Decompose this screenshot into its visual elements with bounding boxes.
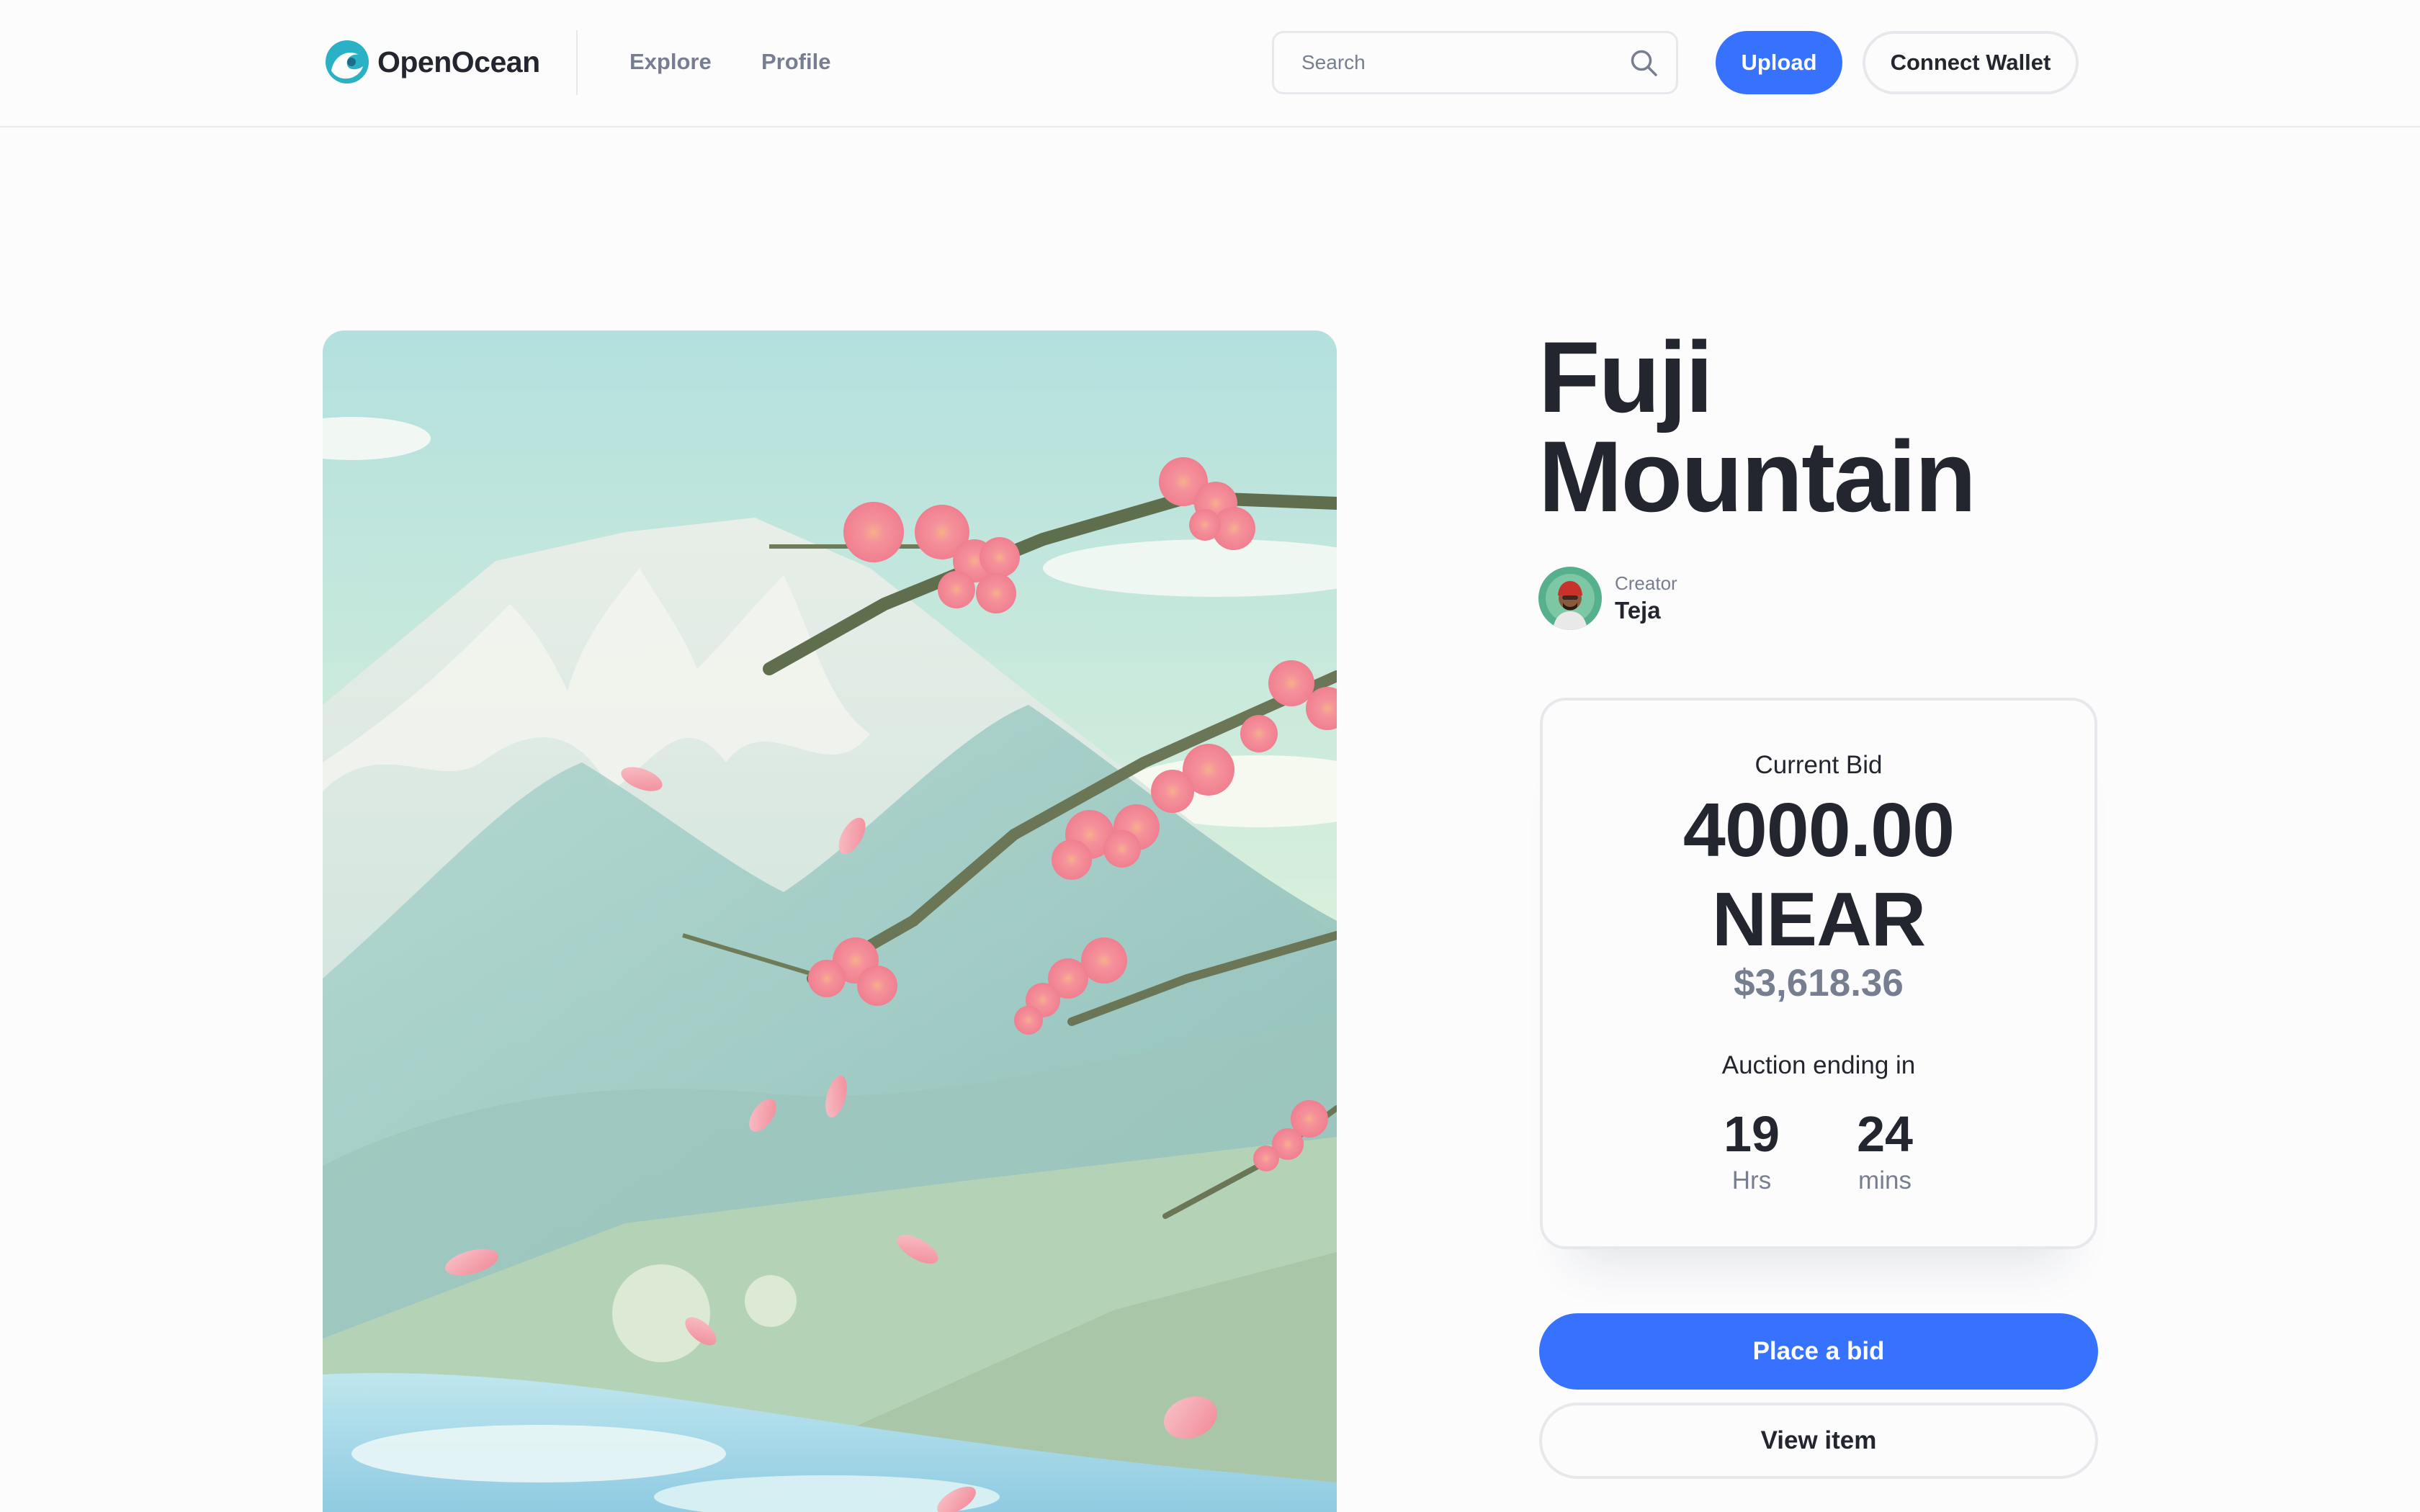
bid-currency: NEAR	[1711, 877, 1926, 962]
nft-artwork-image	[323, 330, 1337, 1512]
brand-name: OpenOcean	[377, 45, 540, 78]
item-title-line1: Fuji	[1538, 320, 1713, 433]
place-bid-button[interactable]: Place a bid	[1539, 1313, 2098, 1390]
countdown-minutes: 24 mins	[1834, 1104, 1935, 1197]
nav-explore-link[interactable]: Explore	[629, 49, 712, 75]
fuji-mountain-illustration	[323, 330, 1337, 1512]
connect-wallet-button[interactable]: Connect Wallet	[1863, 31, 2079, 94]
creator-avatar-image	[1538, 567, 1602, 630]
creator-info[interactable]: Creator Teja	[1538, 567, 1677, 630]
top-navbar: OpenOcean Explore Profile Upload Connect…	[0, 0, 2420, 127]
countdown-minutes-value: 24	[1857, 1106, 1913, 1162]
search-box	[1272, 31, 1678, 94]
current-bid-amount: 4000.00 NEAR	[1543, 786, 2094, 964]
countdown-hours-unit: Hrs	[1731, 1166, 1772, 1194]
creator-text: Creator Teja	[1615, 571, 1677, 626]
brand-logo[interactable]: OpenOcean	[324, 39, 540, 85]
current-bid-card: Current Bid 4000.00 NEAR $3,618.36 Aucti…	[1540, 698, 2097, 1249]
countdown-hours-value: 19	[1724, 1106, 1780, 1162]
nav-profile-link[interactable]: Profile	[761, 49, 830, 75]
creator-label: Creator	[1615, 572, 1677, 594]
upload-button[interactable]: Upload	[1716, 31, 1842, 94]
countdown-hours: 19 Hrs	[1701, 1104, 1802, 1197]
bid-amount-value: 4000.00	[1682, 788, 1955, 873]
countdown-minutes-unit: mins	[1858, 1166, 1912, 1194]
search-icon[interactable]	[1628, 48, 1659, 78]
view-item-button[interactable]: View item	[1539, 1403, 2098, 1479]
current-bid-label: Current Bid	[1754, 751, 1883, 779]
nav-divider	[576, 30, 578, 95]
openocean-logo-icon	[326, 40, 369, 84]
bid-usd-value: $3,618.36	[1734, 962, 1904, 1004]
creator-avatar[interactable]	[1538, 567, 1602, 630]
item-title-line2: Mountain	[1538, 420, 1976, 533]
item-title: Fuji Mountain	[1538, 327, 2259, 527]
creator-name[interactable]: Teja	[1615, 595, 1677, 626]
auction-ending-label: Auction ending in	[1721, 1051, 1916, 1079]
search-input[interactable]	[1274, 33, 1613, 92]
